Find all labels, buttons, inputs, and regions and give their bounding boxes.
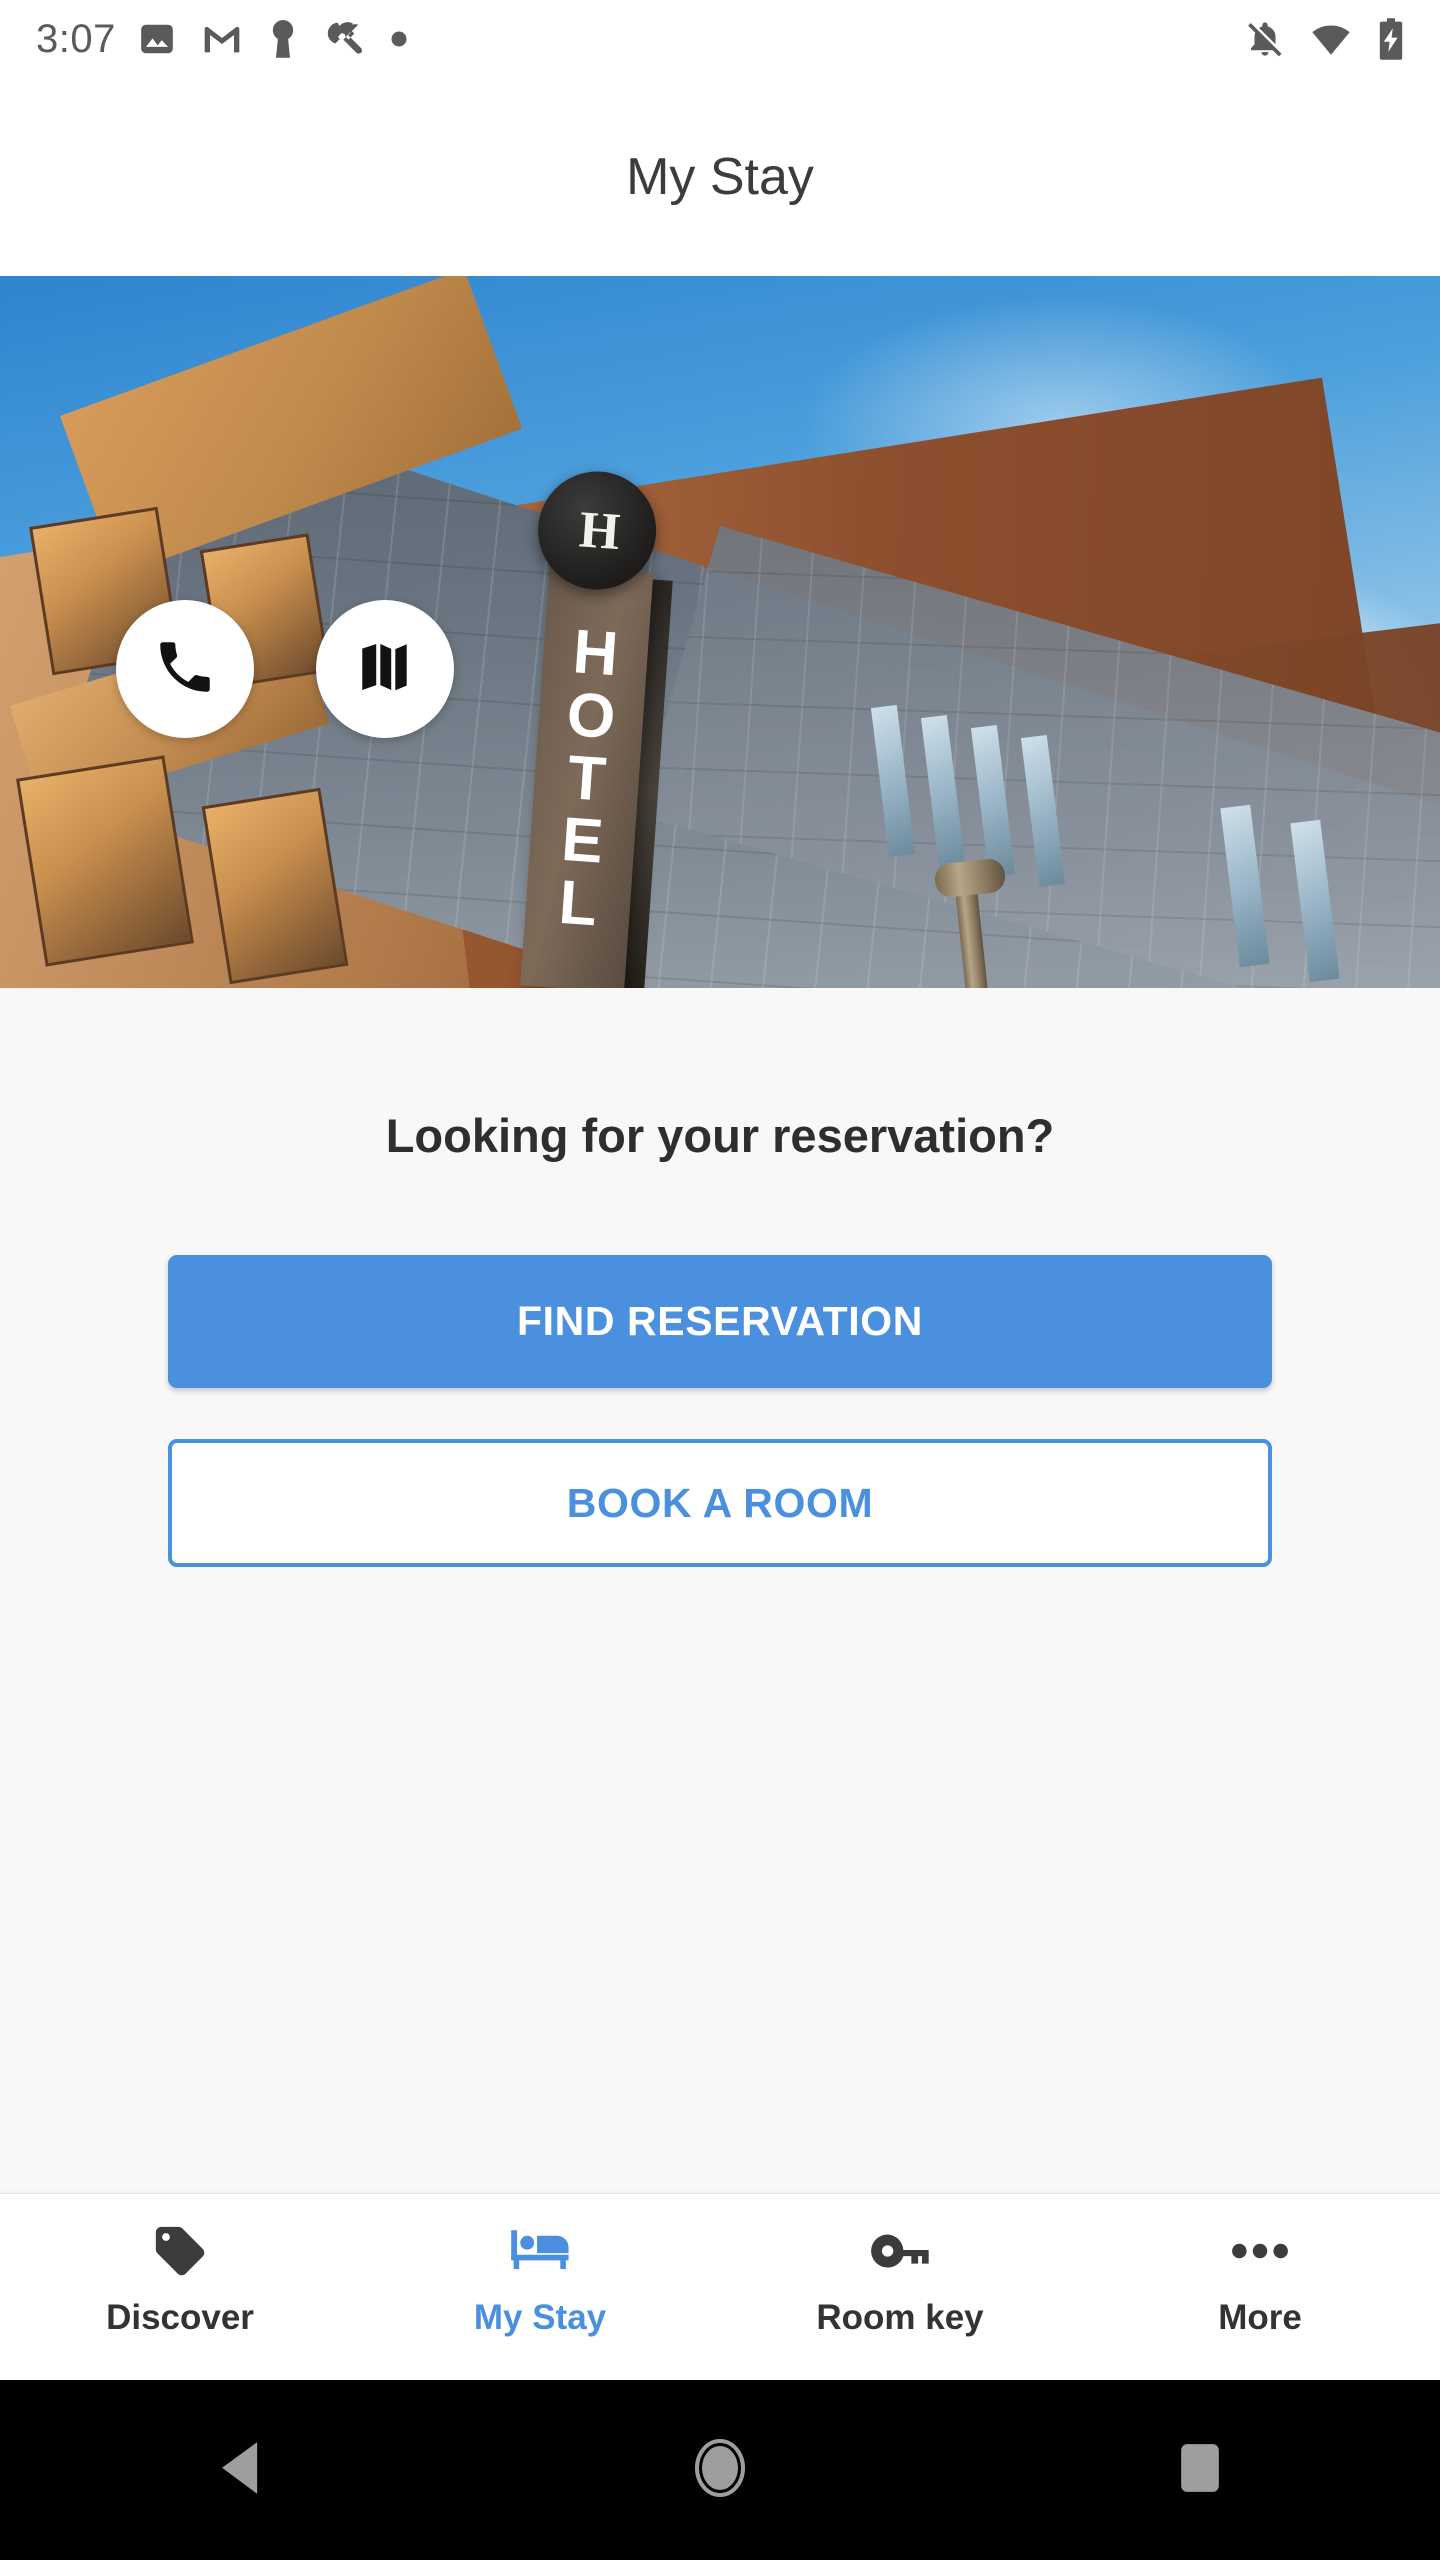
main-content: Looking for your reservation? FIND RESER… [0, 988, 1440, 2193]
window-decoration [16, 755, 194, 967]
recents-square-icon [1174, 2440, 1226, 2501]
reservation-prompt: Looking for your reservation? [385, 1109, 1055, 1162]
key-icon [869, 2220, 931, 2282]
status-bar-clock: 3:07 [36, 17, 116, 61]
map-icon [354, 636, 416, 703]
more-horizontal-icon [1229, 2220, 1291, 2282]
call-button[interactable] [116, 600, 254, 738]
notifications-off-icon [1244, 18, 1286, 60]
home-circle-icon [692, 2438, 748, 2503]
image-icon [138, 20, 176, 58]
nav-item-label: Room key [816, 2298, 984, 2337]
status-bar-system-icons [1244, 17, 1406, 61]
bed-icon [508, 2220, 572, 2282]
nav-item-more[interactable]: More [1080, 2194, 1440, 2338]
app-bar: My Stay [0, 78, 1440, 276]
system-back-button[interactable] [0, 2439, 480, 2502]
map-button[interactable] [316, 600, 454, 738]
phone-icon [152, 634, 218, 705]
hotel-sign-letter: H [570, 617, 621, 690]
hotel-hero-image: H O T E L H [0, 276, 1440, 988]
nav-item-my-stay[interactable]: My Stay [360, 2194, 720, 2338]
system-recents-button[interactable] [960, 2440, 1440, 2501]
battery-charging-icon [1376, 17, 1406, 61]
hotel-sign-letter: E [559, 805, 606, 877]
hotel-logo-letter: H [577, 500, 617, 561]
dot-icon [390, 30, 408, 48]
hotel-sign-letter: L [556, 867, 600, 940]
hotel-sign-letter: T [565, 742, 609, 815]
nav-item-label: My Stay [473, 2298, 607, 2337]
nav-item-label: Discover [106, 2298, 254, 2337]
status-bar: 3:07 [0, 0, 1440, 78]
hotel-sign-letter: O [564, 679, 618, 753]
status-bar-notification-icons [138, 19, 408, 59]
nav-item-room-key[interactable]: Room key [720, 2194, 1080, 2338]
gmail-icon [202, 23, 242, 55]
wifi-icon [1310, 18, 1352, 60]
wrench-icon [324, 19, 364, 59]
tag-icon [151, 2220, 209, 2282]
back-triangle-icon [213, 2439, 267, 2502]
keyhole-icon [268, 19, 298, 59]
android-system-navigation [0, 2380, 1440, 2560]
book-a-room-button[interactable]: BOOK A ROOM [168, 1439, 1272, 1567]
find-reservation-button[interactable]: FIND RESERVATION [168, 1255, 1272, 1388]
page-title: My Stay [626, 148, 814, 206]
nav-item-label: More [1218, 2298, 1302, 2337]
nav-item-discover[interactable]: Discover [0, 2194, 360, 2338]
system-home-button[interactable] [480, 2438, 960, 2503]
bottom-navigation-bar: Discover My Stay Room key More [0, 2193, 1440, 2380]
app-screen: 3:07 My Stay H O T E L H Looking for you… [0, 0, 1440, 2560]
